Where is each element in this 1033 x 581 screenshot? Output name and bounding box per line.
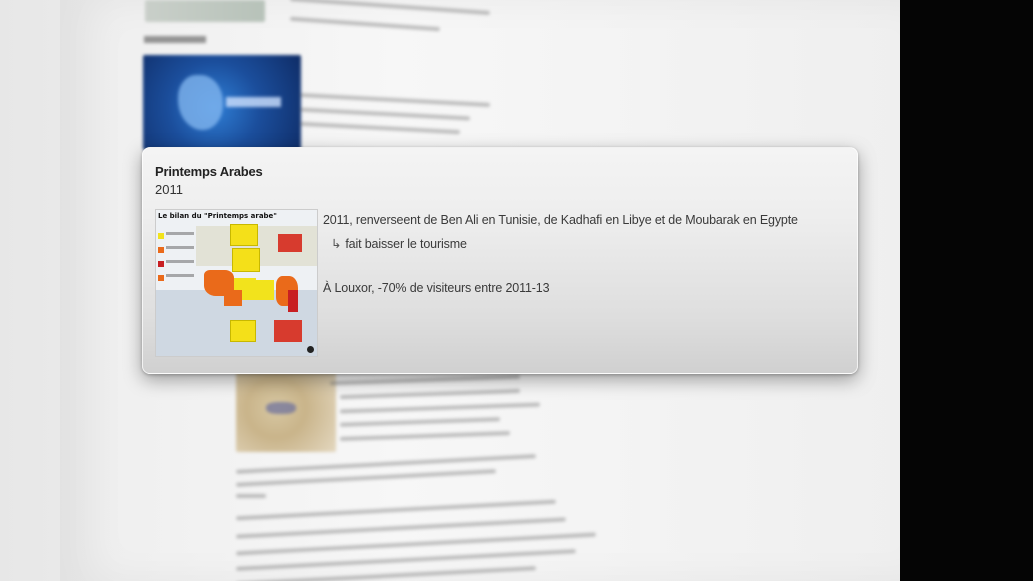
card-title: Printemps Arabes xyxy=(155,164,263,179)
map-legend xyxy=(158,232,198,288)
dark-screen-edge xyxy=(900,0,1033,581)
blurred-thumbnail-map xyxy=(236,372,336,452)
map-yemen xyxy=(288,290,298,312)
arab-spring-map-image[interactable]: Le bilan du "Printemps arabe" xyxy=(155,209,318,357)
blurred-thumbnail-top xyxy=(145,0,265,22)
card-line-1: 2011, renverseent de Ben Ali en Tunisie,… xyxy=(323,213,798,227)
card-line-2-text: fait baisser le tourisme xyxy=(345,237,467,251)
return-arrow-icon: ↳ xyxy=(331,237,342,251)
map-egypt xyxy=(256,280,274,300)
map-callout-libye xyxy=(232,248,260,272)
info-popover-card[interactable]: Printemps Arabes 2011 Le bilan du "Print… xyxy=(142,147,858,374)
card-subtitle: 2011 xyxy=(155,182,183,197)
card-line-3: À Louxor, -70% de visiteurs entre 2011-1… xyxy=(323,281,550,295)
map-callout-syrie xyxy=(278,234,302,252)
map-callout-egypte xyxy=(230,320,256,342)
map-sahel xyxy=(224,290,242,306)
map-image-heading: Le bilan du "Printemps arabe" xyxy=(158,212,277,220)
image-corner-icon xyxy=(307,346,314,353)
blurred-caption xyxy=(144,36,206,43)
map-callout-yemen xyxy=(274,320,302,342)
card-line-2: ↳ fait baisser le tourisme xyxy=(331,236,467,251)
map-callout-tunisie xyxy=(230,224,258,246)
blurred-thumbnail-africa xyxy=(143,55,301,150)
